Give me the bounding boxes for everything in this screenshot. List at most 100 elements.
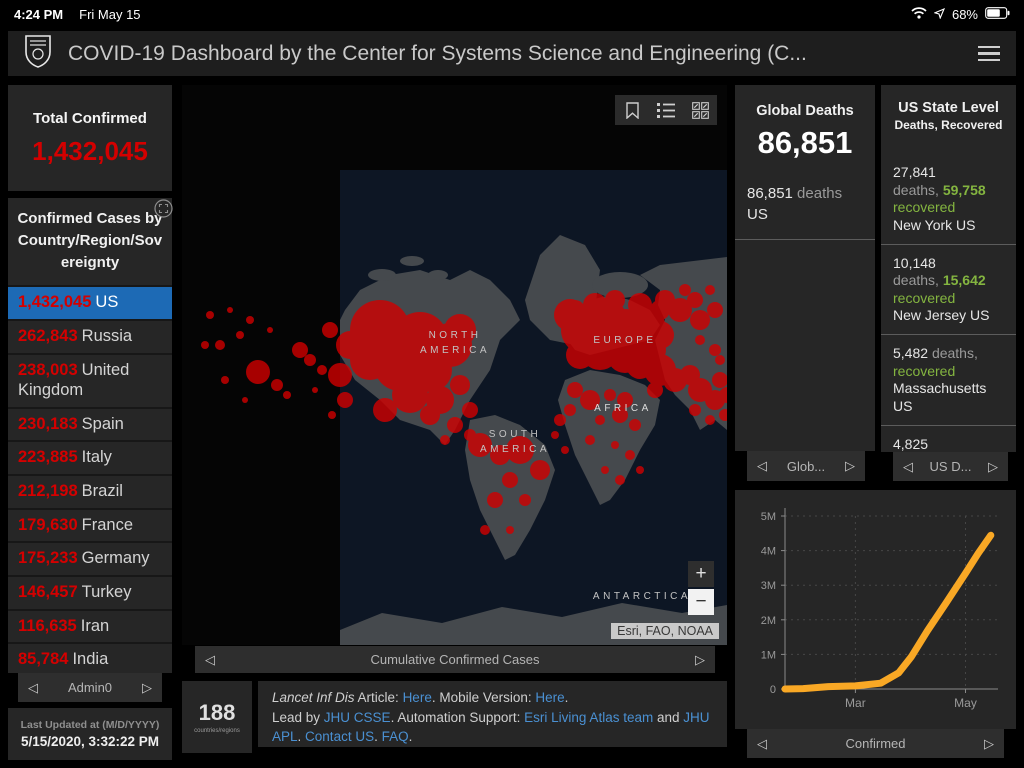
total-confirmed-title: Total Confirmed <box>33 109 147 127</box>
country-name: India <box>72 650 109 669</box>
country-row-russia[interactable]: 262,843 Russia <box>8 318 172 353</box>
pager-right-icon[interactable]: ▷ <box>984 736 994 752</box>
pager-right-icon[interactable]: ▷ <box>695 652 705 668</box>
svg-text:4M: 4M <box>761 546 776 558</box>
countries-count-box: 188 countries/regions <box>182 681 252 753</box>
global-deaths-pager: ◁ Glob... ▷ <box>747 451 865 481</box>
last-updated-label: Last Updated at (M/D/YYYY) <box>20 719 160 731</box>
us-state-item[interactable]: 4,825deaths, 22,686recovered <box>881 424 1016 453</box>
menu-icon[interactable] <box>978 45 1000 62</box>
country-row-turkey[interactable]: 146,457 Turkey <box>8 574 172 609</box>
country-case-count: 146,457 <box>18 582 78 601</box>
country-list: 1,432,045 US 262,843 Russia 238,003 United Ki… <box>8 285 172 673</box>
pager-right-icon[interactable]: ▷ <box>142 680 152 696</box>
svg-text:Mar: Mar <box>845 696 866 710</box>
map-label: ANTARCTICA <box>593 591 691 602</box>
us-state-list: 27,841 deaths, 59,758 recovered New York US… <box>881 154 1016 452</box>
country-name: Germany <box>81 549 150 568</box>
country-row-india[interactable]: 85,784 India <box>8 642 172 673</box>
pager-left-icon[interactable]: ◁ <box>28 680 38 696</box>
link[interactable]: Esri Living Atlas team <box>524 710 653 725</box>
clock: 4:24 PM <box>14 6 64 22</box>
map-label: AMERICA <box>420 345 490 356</box>
us-state-title: US State Level <box>898 100 999 116</box>
country-row-germany[interactable]: 175,233 Germany <box>8 541 172 575</box>
page-title: COVID-19 Dashboard by the Center for Sys… <box>68 41 807 65</box>
global-deaths-value: 86,851 <box>757 125 853 160</box>
line-chart: 0 1M 2M 3M 4M 5M Mar May <box>761 508 998 710</box>
country-row-brazil[interactable]: 212,198 Brazil <box>8 474 172 508</box>
country-name: Brazil <box>81 482 123 500</box>
us-state-item[interactable]: 27,841 deaths, 59,758 recovered New York US <box>881 154 1016 244</box>
us-state-subtitle: Deaths, Recovered <box>894 118 1003 132</box>
map-label: NORTH <box>429 330 482 341</box>
map-layer-label: Cumulative Confirmed Cases <box>370 652 540 667</box>
link[interactable]: Contact US <box>305 729 374 744</box>
us-state-item[interactable]: 5,482 deaths, recovered Massachusetts US <box>881 334 1016 425</box>
link[interactable]: Here <box>403 690 432 705</box>
country-name: France <box>81 515 134 534</box>
total-confirmed-value: 1,432,045 <box>32 135 148 166</box>
zoom-in-button[interactable]: + <box>688 561 714 587</box>
world-map[interactable]: NORTH AMERICA EUROPE SOUTH AMERICA AFRICA ANTA… <box>182 85 727 645</box>
svg-text:0: 0 <box>770 684 776 696</box>
status-date: Fri May 15 <box>79 6 141 22</box>
pager-left-icon[interactable]: ◁ <box>903 459 913 475</box>
country-case-count: 1,432,045 <box>18 293 92 312</box>
pager-left-icon[interactable]: ◁ <box>757 736 767 752</box>
global-deaths-item[interactable]: 86,851 deaths US <box>735 161 875 240</box>
battery-icon <box>985 6 1010 22</box>
zoom-out-button[interactable]: − <box>688 589 714 615</box>
global-deaths-pager-label: Glob... <box>786 458 826 474</box>
pager-left-icon[interactable]: ◁ <box>205 652 215 668</box>
country-row-iran[interactable]: 116,635 Iran <box>8 608 172 643</box>
link[interactable]: Here <box>535 690 564 705</box>
us-deaths-pager-label: US D... <box>929 459 972 474</box>
covid-dashboard: 4:24 PM Fri May 15 68% COVID-19 Dashboar… <box>0 0 1024 768</box>
country-case-count: 262,843 <box>18 326 78 345</box>
us-state-item[interactable]: 10,148 deaths, 15,642 recovered New Jersey … <box>881 243 1016 335</box>
pager-right-icon[interactable]: ▷ <box>988 459 998 475</box>
admin-level-label: Admin0 <box>67 680 113 695</box>
map-toolbar <box>615 95 717 125</box>
confirmed-trend-chart: 0 1M 2M 3M 4M 5M Mar May <box>735 490 1016 729</box>
country-row-italy[interactable]: 223,885 Italy <box>8 440 172 474</box>
countries-count-value: 188 <box>198 700 236 725</box>
country-name: Iran <box>80 616 110 635</box>
app-header: COVID-19 Dashboard by the Center for Sys… <box>8 31 1016 76</box>
jhu-shield-logo <box>24 34 52 73</box>
expand-icon[interactable] <box>154 199 173 223</box>
bookmark-icon[interactable] <box>615 95 649 125</box>
basemap-icon[interactable] <box>683 95 717 125</box>
country-case-count: 179,630 <box>18 515 78 534</box>
country-name: Spain <box>81 414 124 433</box>
country-case-count: 230,183 <box>18 414 78 433</box>
pager-right-icon[interactable]: ▷ <box>845 458 855 474</box>
total-confirmed-panel: Total Confirmed 1,432,045 <box>8 85 172 191</box>
map-layer-pager: ◁ Cumulative Confirmed Cases ▷ <box>195 646 715 673</box>
link[interactable]: JHU CSSE <box>324 710 391 725</box>
svg-text:3M: 3M <box>761 580 776 592</box>
us-deaths-pager: ◁ US D... ▷ <box>893 452 1008 481</box>
global-deaths-panel: Global Deaths 86,851 86,851 deaths US <box>735 85 875 451</box>
svg-text:1M: 1M <box>761 649 776 661</box>
svg-text:May: May <box>954 696 977 710</box>
wifi-icon <box>911 6 927 22</box>
country-row-france[interactable]: 179,630 France <box>8 507 172 542</box>
map-attribution: Esri, FAO, NOAA <box>611 623 719 639</box>
country-name: Turkey <box>81 582 132 601</box>
country-row-united-kingdom[interactable]: 238,003 United Kingdom <box>8 352 172 407</box>
admin-level-pager: ◁ Admin0 ▷ <box>18 673 162 702</box>
legend-list-icon[interactable] <box>649 95 683 125</box>
map-label: AMERICA <box>480 444 550 455</box>
country-row-us[interactable]: 1,432,045 US <box>8 285 172 319</box>
location-arrow-icon <box>933 7 946 22</box>
country-case-count: 116,635 <box>18 616 77 635</box>
svg-text:5M: 5M <box>761 511 776 523</box>
pager-left-icon[interactable]: ◁ <box>757 458 767 474</box>
map-label: SOUTH <box>489 429 542 440</box>
country-row-spain[interactable]: 230,183 Spain <box>8 406 172 441</box>
battery-percent: 68% <box>951 6 978 22</box>
link[interactable]: FAQ <box>382 729 409 744</box>
country-name: US <box>95 293 119 312</box>
